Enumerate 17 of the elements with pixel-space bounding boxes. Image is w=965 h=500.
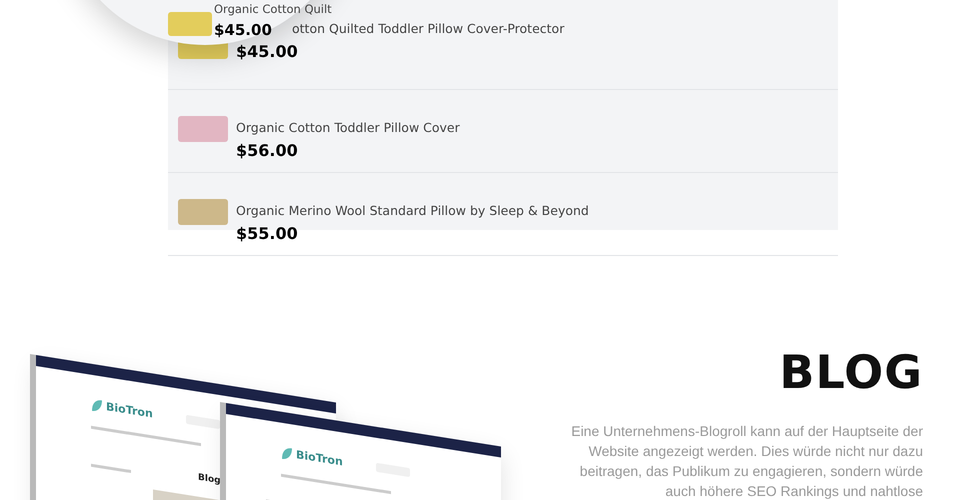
product-row[interactable]: Organic Merino Wool Standard Pillow by Sleep & Beyond $55.00 <box>168 173 838 256</box>
logo-text: BioTron <box>296 448 343 468</box>
section-heading: BLOG <box>779 345 923 399</box>
logo-text: BioTron <box>106 400 153 420</box>
product-title[interactable]: Organic Cotton Toddler Pillow Cover <box>236 120 460 135</box>
page-heading: Blog <box>198 472 221 486</box>
product-title[interactable]: otton Quilted Toddler Pillow Cover-Protector <box>292 21 564 36</box>
product-price: $55.00 <box>236 224 299 243</box>
product-row[interactable]: Organic Cotton Toddler Pillow Cover $56.00 <box>168 90 838 173</box>
blog-description: Eine Unternehmens-Blogroll kann auf der Hauptseite der Website angezeigt werden. Dies würde nicht nur dazu beitragen, das Publikum zu engagieren, sondern würde auch höhere SEO Rankings und nahtlose <box>570 422 923 500</box>
product-price: $56.00 <box>236 141 299 160</box>
leaf-logo-icon <box>91 398 103 414</box>
product-title: Organic Cotton Quilt <box>214 2 332 16</box>
product-price: $45.00 <box>236 42 299 61</box>
product-price: $45.00 <box>214 21 272 39</box>
leaf-logo-icon <box>281 446 293 462</box>
product-title[interactable]: Organic Merino Wool Standard Pillow by Sleep & Beyond <box>236 203 589 218</box>
